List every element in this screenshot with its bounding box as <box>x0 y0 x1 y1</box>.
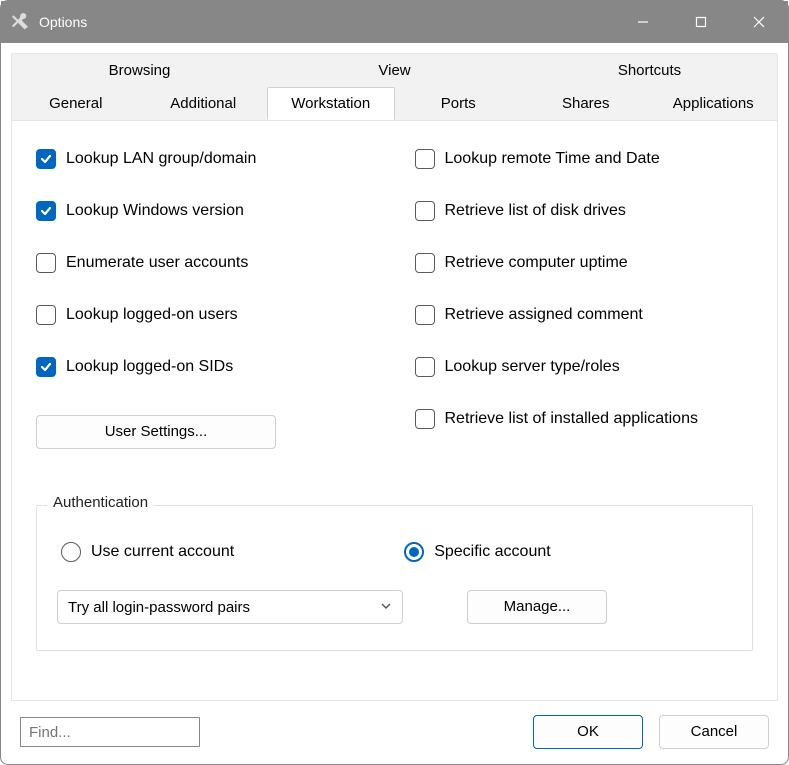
checkbox-enumerate-user-accounts[interactable]: Enumerate user accounts <box>36 253 375 273</box>
authentication-label: Authentication <box>47 494 154 511</box>
checkbox-lookup-logged-on-users[interactable]: Lookup logged-on users <box>36 305 375 325</box>
radio-label: Use current account <box>91 543 234 561</box>
dialog-button-bar: OK Cancel <box>0 705 789 765</box>
tab-row-1: Browsing View Shortcuts <box>12 54 777 87</box>
tab-applications[interactable]: Applications <box>650 87 778 120</box>
tab-browsing[interactable]: Browsing <box>12 54 267 87</box>
maximize-button[interactable] <box>672 1 730 43</box>
chevron-down-icon <box>380 599 392 616</box>
tab-row-2: General Additional Workstation Ports Sha… <box>12 87 777 120</box>
tab-ports[interactable]: Ports <box>395 87 523 120</box>
user-settings-button[interactable]: User Settings... <box>36 415 276 449</box>
checkbox-label: Lookup logged-on SIDs <box>66 358 233 376</box>
checkbox-icon <box>415 149 435 169</box>
titlebar: Options <box>1 1 788 43</box>
radio-specific-account[interactable]: Specific account <box>404 542 551 562</box>
checkbox-lookup-windows-version[interactable]: Lookup Windows version <box>36 201 375 221</box>
checkbox-icon <box>415 253 435 273</box>
checkbox-icon <box>36 149 56 169</box>
checkbox-label: Lookup Windows version <box>66 202 244 220</box>
tab-general[interactable]: General <box>12 87 140 120</box>
tab-shares[interactable]: Shares <box>522 87 650 120</box>
combobox-value: Try all login-password pairs <box>68 599 250 616</box>
app-icon <box>11 12 31 32</box>
checkbox-icon <box>415 409 435 429</box>
checkbox-label: Lookup remote Time and Date <box>445 150 660 168</box>
tab-shortcuts[interactable]: Shortcuts <box>522 54 777 87</box>
checkbox-label: Retrieve list of installed applications <box>445 410 698 428</box>
radio-use-current-account[interactable]: Use current account <box>61 542 234 562</box>
radio-icon <box>404 542 424 562</box>
ok-button[interactable]: OK <box>533 715 643 749</box>
checkbox-icon <box>415 357 435 377</box>
cancel-button[interactable]: Cancel <box>659 715 769 749</box>
checkbox-lookup-lan-group-domain[interactable]: Lookup LAN group/domain <box>36 149 375 169</box>
checkbox-retrieve-list-of-installed-applications[interactable]: Retrieve list of installed applications <box>415 409 754 429</box>
find-input[interactable] <box>20 717 200 747</box>
checkbox-lookup-server-type-roles[interactable]: Lookup server type/roles <box>415 357 754 377</box>
checkbox-retrieve-list-of-disk-drives[interactable]: Retrieve list of disk drives <box>415 201 754 221</box>
radio-icon <box>61 542 81 562</box>
checkbox-label: Lookup logged-on users <box>66 306 238 324</box>
tab-panel-workstation: Lookup LAN group/domain Lookup Windows ve… <box>11 121 778 701</box>
tab-container: Browsing View Shortcuts General Addition… <box>11 53 778 121</box>
checkbox-lookup-logged-on-sids[interactable]: Lookup logged-on SIDs <box>36 357 375 377</box>
checkbox-label: Lookup server type/roles <box>445 358 620 376</box>
checkbox-icon <box>415 305 435 325</box>
checkbox-retrieve-computer-uptime[interactable]: Retrieve computer uptime <box>415 253 754 273</box>
checkbox-icon <box>415 201 435 221</box>
checkbox-icon <box>36 357 56 377</box>
checkbox-label: Retrieve list of disk drives <box>445 202 626 220</box>
manage-button[interactable]: Manage... <box>467 590 607 624</box>
checkbox-label: Enumerate user accounts <box>66 254 248 272</box>
checkbox-icon <box>36 253 56 273</box>
checkbox-label: Retrieve computer uptime <box>445 254 628 272</box>
login-pairs-combobox[interactable]: Try all login-password pairs <box>57 590 403 624</box>
checkbox-label: Retrieve assigned comment <box>445 306 643 324</box>
close-button[interactable] <box>730 1 788 43</box>
checkbox-lookup-remote-time-and-date[interactable]: Lookup remote Time and Date <box>415 149 754 169</box>
checkbox-icon <box>36 201 56 221</box>
tab-additional[interactable]: Additional <box>140 87 268 120</box>
window-title: Options <box>39 14 87 30</box>
tab-view[interactable]: View <box>267 54 522 87</box>
authentication-group: Authentication Use current account Speci… <box>36 505 753 651</box>
tab-workstation[interactable]: Workstation <box>267 87 395 120</box>
checkbox-label: Lookup LAN group/domain <box>66 150 256 168</box>
minimize-button[interactable] <box>614 1 672 43</box>
checkbox-retrieve-assigned-comment[interactable]: Retrieve assigned comment <box>415 305 754 325</box>
radio-label: Specific account <box>434 543 551 561</box>
checkbox-icon <box>36 305 56 325</box>
